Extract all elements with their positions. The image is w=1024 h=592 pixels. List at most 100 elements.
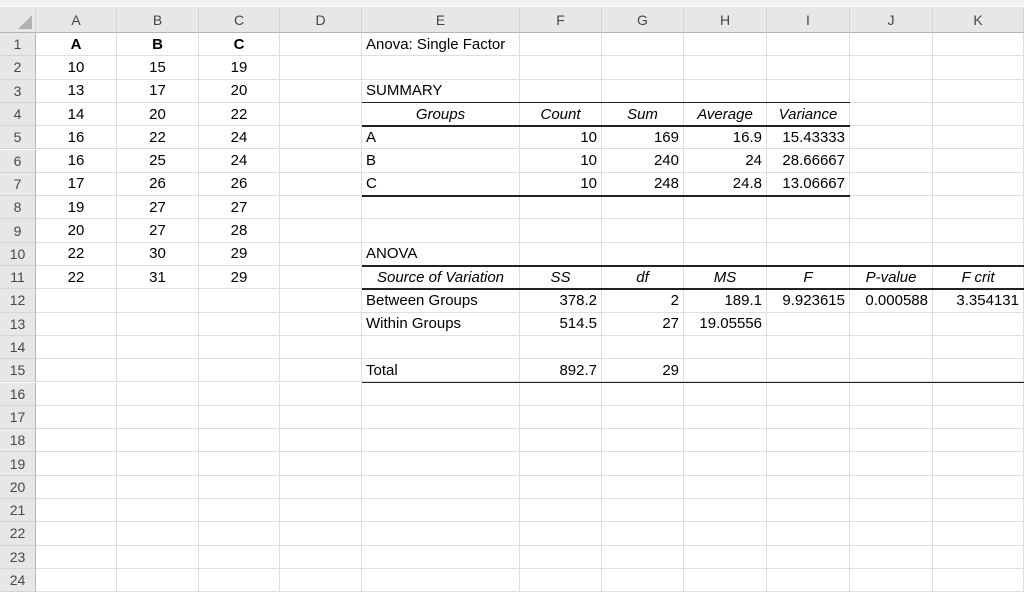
row-header-16[interactable]: 16 bbox=[0, 383, 36, 406]
cell-H8[interactable] bbox=[684, 196, 767, 219]
cell-J21[interactable] bbox=[850, 499, 933, 522]
cell-G15[interactable]: 29 bbox=[602, 359, 684, 382]
row-header-5[interactable]: 5 bbox=[0, 126, 36, 149]
cell-H4[interactable]: Average bbox=[684, 103, 767, 126]
cell-A12[interactable] bbox=[36, 289, 117, 312]
cell-H3[interactable] bbox=[684, 80, 767, 103]
column-header-E[interactable]: E bbox=[362, 7, 520, 33]
cell-B23[interactable] bbox=[117, 546, 199, 569]
cell-F10[interactable] bbox=[520, 243, 602, 266]
cell-I2[interactable] bbox=[767, 56, 850, 79]
cell-H19[interactable] bbox=[684, 452, 767, 475]
cell-J17[interactable] bbox=[850, 406, 933, 429]
cell-H18[interactable] bbox=[684, 429, 767, 452]
cell-K14[interactable] bbox=[933, 336, 1024, 359]
cell-B13[interactable] bbox=[117, 313, 199, 336]
cell-F14[interactable] bbox=[520, 336, 602, 359]
cell-F6[interactable]: 10 bbox=[520, 150, 602, 173]
cell-K6[interactable] bbox=[933, 150, 1024, 173]
cell-D2[interactable] bbox=[280, 56, 362, 79]
cell-B7[interactable]: 26 bbox=[117, 173, 199, 196]
cell-A15[interactable] bbox=[36, 359, 117, 382]
cell-C15[interactable] bbox=[199, 359, 280, 382]
cell-J11[interactable]: P-value bbox=[850, 266, 933, 289]
cell-C5[interactable]: 24 bbox=[199, 126, 280, 149]
row-header-20[interactable]: 20 bbox=[0, 476, 36, 499]
cell-J5[interactable] bbox=[850, 126, 933, 149]
cell-I14[interactable] bbox=[767, 336, 850, 359]
cell-H17[interactable] bbox=[684, 406, 767, 429]
cell-E10[interactable]: ANOVA bbox=[362, 243, 520, 266]
cell-F9[interactable] bbox=[520, 219, 602, 242]
cell-C16[interactable] bbox=[199, 383, 280, 406]
cell-B22[interactable] bbox=[117, 522, 199, 545]
cell-A9[interactable]: 20 bbox=[36, 219, 117, 242]
cell-C1[interactable]: C bbox=[199, 33, 280, 56]
cell-A21[interactable] bbox=[36, 499, 117, 522]
row-header-19[interactable]: 19 bbox=[0, 452, 36, 475]
cell-B20[interactable] bbox=[117, 476, 199, 499]
row-header-14[interactable]: 14 bbox=[0, 336, 36, 359]
cell-K21[interactable] bbox=[933, 499, 1024, 522]
cell-C21[interactable] bbox=[199, 499, 280, 522]
cell-B12[interactable] bbox=[117, 289, 199, 312]
cell-E22[interactable] bbox=[362, 522, 520, 545]
cell-B4[interactable]: 20 bbox=[117, 103, 199, 126]
cell-A16[interactable] bbox=[36, 383, 117, 406]
cell-J23[interactable] bbox=[850, 546, 933, 569]
cell-B5[interactable]: 22 bbox=[117, 126, 199, 149]
cell-G17[interactable] bbox=[602, 406, 684, 429]
cell-H21[interactable] bbox=[684, 499, 767, 522]
cell-A22[interactable] bbox=[36, 522, 117, 545]
cell-J24[interactable] bbox=[850, 569, 933, 592]
cell-G11[interactable]: df bbox=[602, 266, 684, 289]
column-header-B[interactable]: B bbox=[117, 7, 199, 33]
row-header-8[interactable]: 8 bbox=[0, 196, 36, 219]
cell-I4[interactable]: Variance bbox=[767, 103, 850, 126]
cell-C8[interactable]: 27 bbox=[199, 196, 280, 219]
row-header-2[interactable]: 2 bbox=[0, 56, 36, 79]
cell-C24[interactable] bbox=[199, 569, 280, 592]
cell-B3[interactable]: 17 bbox=[117, 80, 199, 103]
cell-C2[interactable]: 19 bbox=[199, 56, 280, 79]
cell-F4[interactable]: Count bbox=[520, 103, 602, 126]
cell-E19[interactable] bbox=[362, 452, 520, 475]
cell-K17[interactable] bbox=[933, 406, 1024, 429]
cell-F5[interactable]: 10 bbox=[520, 126, 602, 149]
cell-H2[interactable] bbox=[684, 56, 767, 79]
cell-A3[interactable]: 13 bbox=[36, 80, 117, 103]
cell-J4[interactable] bbox=[850, 103, 933, 126]
cell-A8[interactable]: 19 bbox=[36, 196, 117, 219]
cell-H7[interactable]: 24.8 bbox=[684, 173, 767, 196]
cell-G21[interactable] bbox=[602, 499, 684, 522]
cell-B2[interactable]: 15 bbox=[117, 56, 199, 79]
cell-F18[interactable] bbox=[520, 429, 602, 452]
row-header-18[interactable]: 18 bbox=[0, 429, 36, 452]
cell-F7[interactable]: 10 bbox=[520, 173, 602, 196]
cell-B6[interactable]: 25 bbox=[117, 150, 199, 173]
cell-F17[interactable] bbox=[520, 406, 602, 429]
cell-F8[interactable] bbox=[520, 196, 602, 219]
cell-I24[interactable] bbox=[767, 569, 850, 592]
cell-K9[interactable] bbox=[933, 219, 1024, 242]
cell-G2[interactable] bbox=[602, 56, 684, 79]
cell-K24[interactable] bbox=[933, 569, 1024, 592]
cell-B15[interactable] bbox=[117, 359, 199, 382]
column-header-A[interactable]: A bbox=[36, 7, 117, 33]
row-header-17[interactable]: 17 bbox=[0, 406, 36, 429]
cell-C6[interactable]: 24 bbox=[199, 150, 280, 173]
row-header-4[interactable]: 4 bbox=[0, 103, 36, 126]
cell-I6[interactable]: 28.66667 bbox=[767, 150, 850, 173]
cell-F21[interactable] bbox=[520, 499, 602, 522]
cell-D20[interactable] bbox=[280, 476, 362, 499]
cell-G12[interactable]: 2 bbox=[602, 289, 684, 312]
cell-H22[interactable] bbox=[684, 522, 767, 545]
cell-D16[interactable] bbox=[280, 383, 362, 406]
cell-C19[interactable] bbox=[199, 452, 280, 475]
column-header-C[interactable]: C bbox=[199, 7, 280, 33]
cell-I20[interactable] bbox=[767, 476, 850, 499]
cell-D8[interactable] bbox=[280, 196, 362, 219]
column-header-G[interactable]: G bbox=[602, 7, 684, 33]
cell-D17[interactable] bbox=[280, 406, 362, 429]
cell-C7[interactable]: 26 bbox=[199, 173, 280, 196]
